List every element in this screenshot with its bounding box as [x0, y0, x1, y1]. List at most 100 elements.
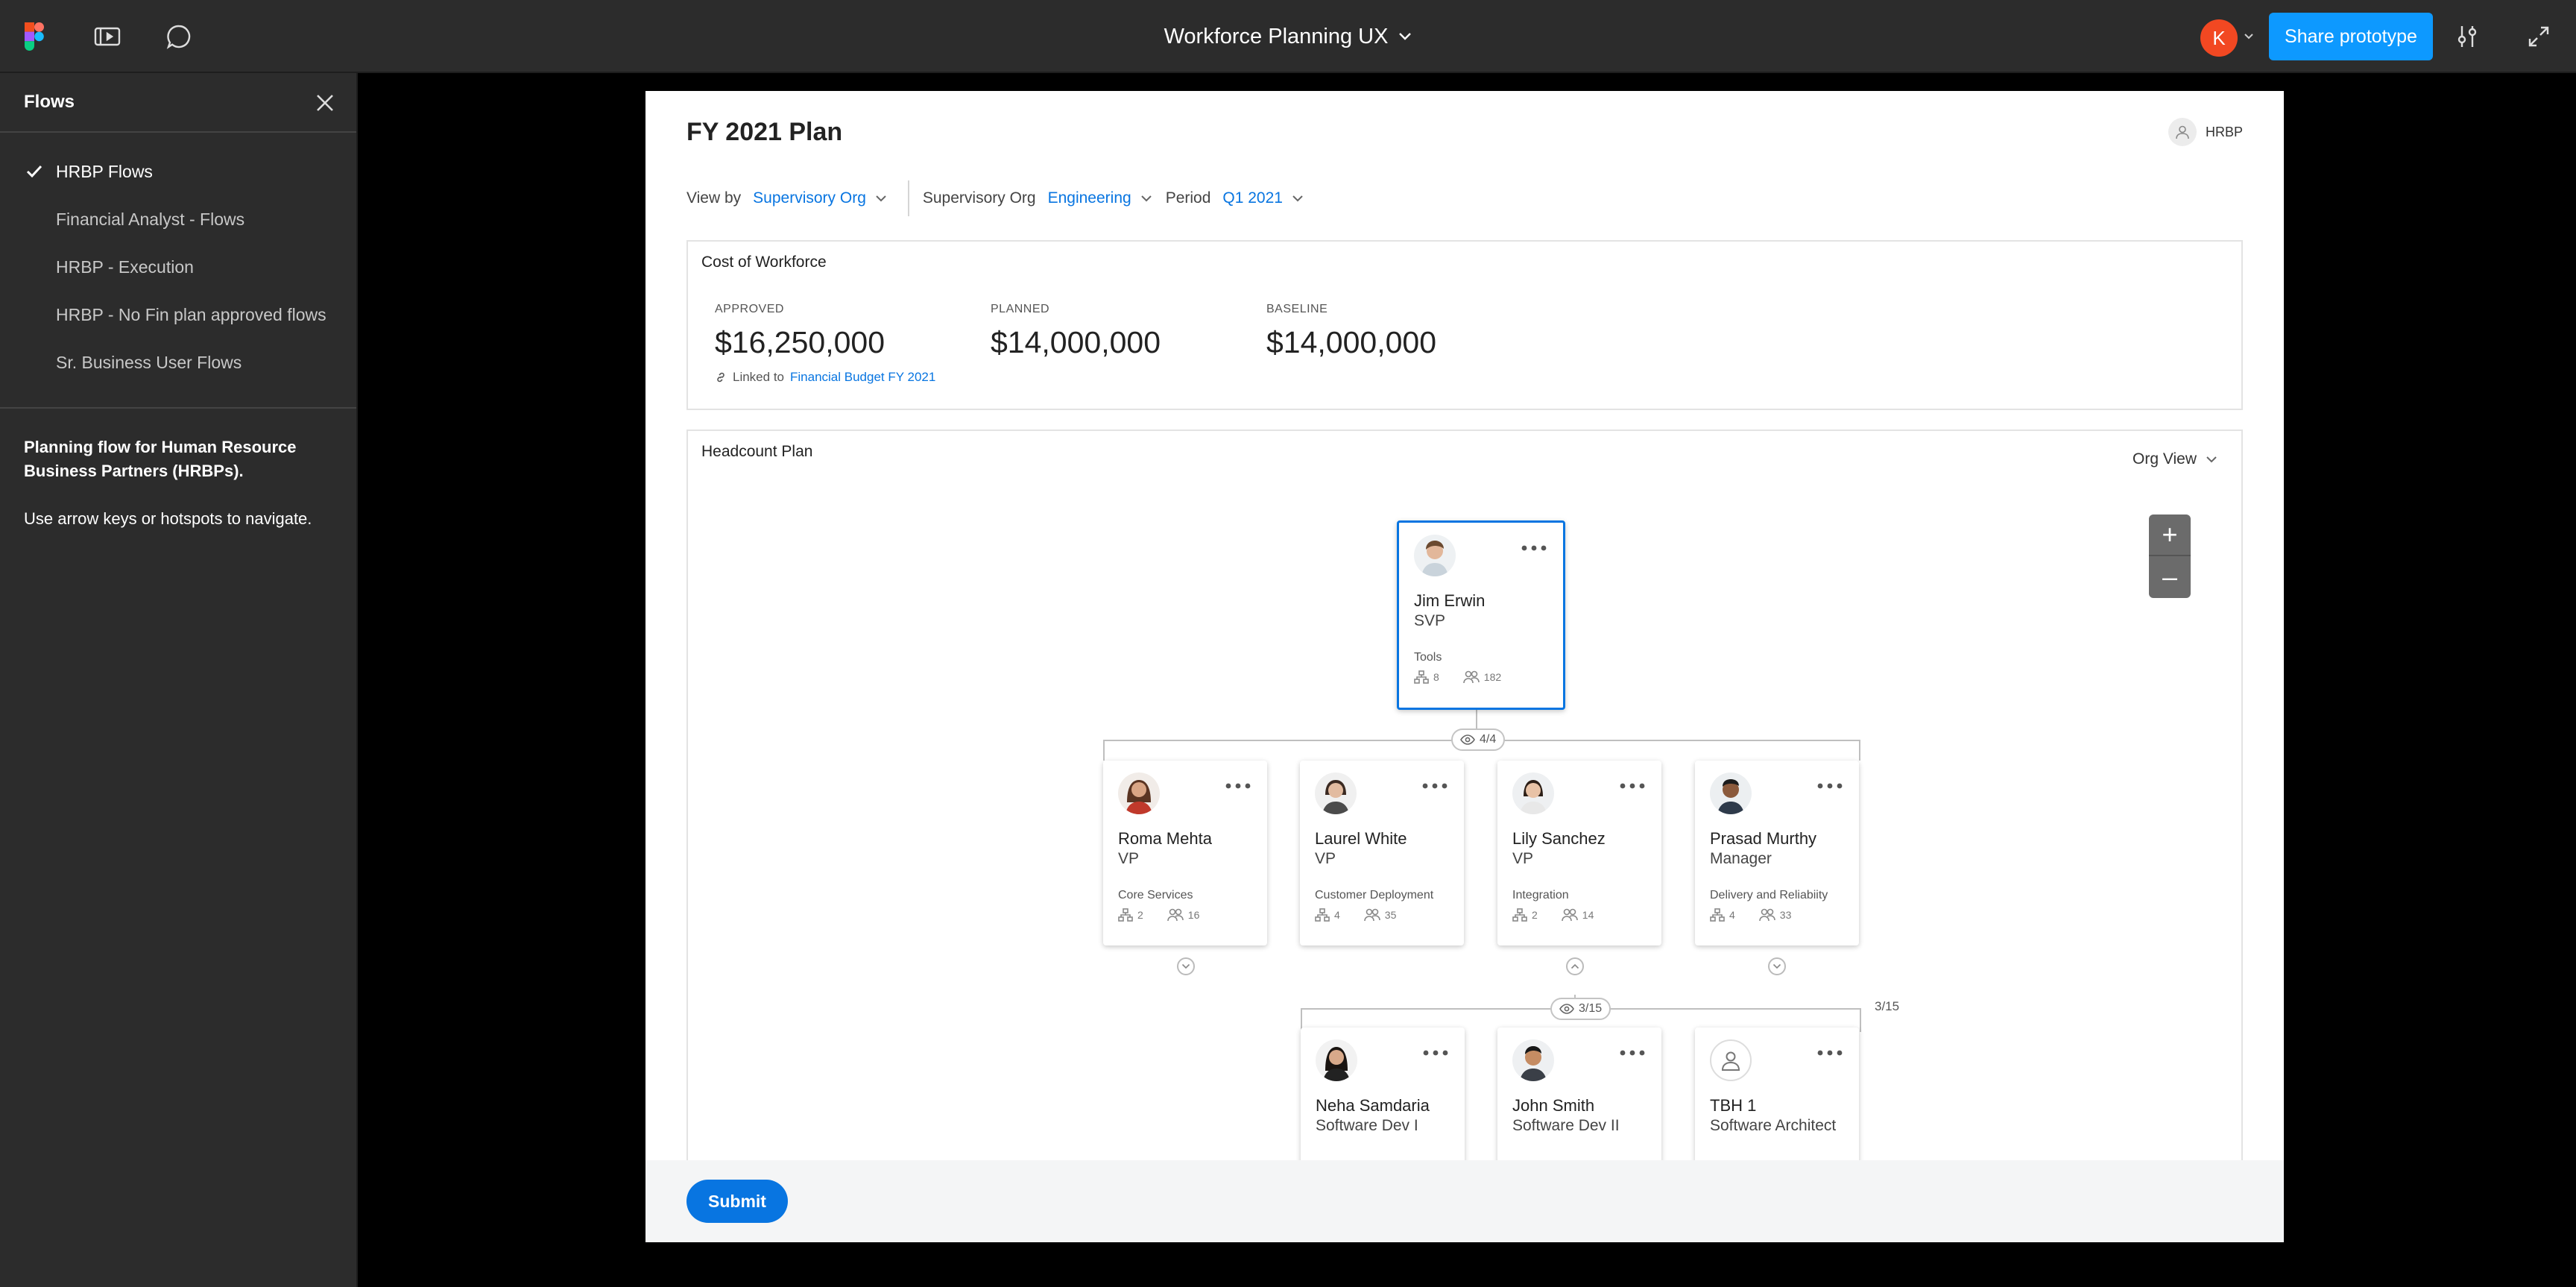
chevron-down-icon[interactable]: [875, 195, 887, 202]
supervisory-org-select[interactable]: Engineering: [1048, 189, 1131, 207]
org-card-neha-samdaria[interactable]: Neha Samdaria Software Dev I: [1301, 1028, 1465, 1174]
people-count: 33: [1779, 909, 1792, 921]
connector-line: [1103, 740, 1105, 761]
flow-item-label: Financial Analyst - Flows: [56, 209, 245, 229]
people-icon: [1363, 908, 1380, 922]
employee-name: Roma Mehta: [1118, 829, 1212, 848]
flow-item-hrbp-flows[interactable]: HRBP Flows: [0, 148, 356, 195]
employee-name: Prasad Murthy: [1710, 829, 1817, 848]
avatar: [1414, 535, 1456, 576]
org-view-label: Org View: [2133, 450, 2197, 468]
more-options-icon[interactable]: [1620, 783, 1645, 789]
collapse-chevron-icon[interactable]: [1566, 957, 1584, 975]
approved-metric: APPROVED $16,250,000: [715, 303, 885, 360]
org-count: 4: [1729, 909, 1735, 921]
org-card-john-smith[interactable]: John Smith Software Dev II: [1497, 1028, 1661, 1174]
level2-side-count: 3/15: [1875, 999, 1900, 1013]
org-card-laurel-white[interactable]: Laurel White VP Customer Deployment 4 35: [1300, 761, 1464, 945]
more-options-icon[interactable]: [1422, 783, 1448, 789]
period-select[interactable]: Q1 2021: [1222, 189, 1283, 207]
org-card-lily-sanchez[interactable]: Lily Sanchez VP Integration 2 14: [1497, 761, 1661, 945]
avatar: [1316, 1039, 1357, 1081]
employee-department: Tools: [1414, 651, 1442, 664]
level1-visibility-pill[interactable]: 4/4: [1451, 729, 1506, 751]
zoom-in-button[interactable]: +: [2149, 515, 2191, 556]
chevron-down-icon[interactable]: [1292, 195, 1304, 202]
employee-title: Software Dev II: [1512, 1117, 1620, 1134]
check-icon: [26, 165, 42, 178]
avatar: [1315, 772, 1357, 814]
flow-list: HRBP Flows Financial Analyst - Flows HRB…: [0, 133, 356, 409]
submit-button[interactable]: Submit: [686, 1180, 788, 1223]
avatar: [1118, 772, 1160, 814]
people-icon: [1758, 908, 1775, 922]
document-title[interactable]: Workforce Planning UX: [1118, 0, 1458, 73]
org-view-select[interactable]: Org View: [2133, 450, 2217, 468]
connector-line: [1860, 1008, 1861, 1032]
eye-icon: [1559, 1004, 1574, 1014]
avatar: [1512, 1039, 1554, 1081]
financial-budget-link[interactable]: Financial Budget FY 2021: [790, 370, 935, 385]
org-card-tbh-1[interactable]: TBH 1 Software Architect: [1695, 1028, 1859, 1174]
flow-item-financial-analyst[interactable]: Financial Analyst - Flows: [0, 195, 356, 243]
presentation-icon[interactable]: [89, 19, 125, 54]
page-title: FY 2021 Plan: [686, 118, 843, 146]
figma-logo-icon[interactable]: [16, 19, 52, 54]
cost-of-workforce-card: Cost of Workforce APPROVED $16,250,000 P…: [686, 240, 2243, 410]
eye-icon: [1460, 734, 1475, 745]
linked-prefix: Linked to: [733, 370, 784, 384]
org-structure-icon: [1315, 908, 1330, 922]
placeholder-user-icon: [1710, 1039, 1752, 1081]
employee-name: Neha Samdaria: [1316, 1096, 1430, 1115]
more-options-icon[interactable]: [1521, 545, 1547, 551]
avatar-menu-chevron-icon[interactable]: [2244, 33, 2254, 40]
more-options-icon[interactable]: [1423, 1050, 1448, 1056]
settings-sliders-icon[interactable]: [2449, 19, 2485, 54]
employee-name: Lily Sanchez: [1512, 829, 1606, 848]
expand-chevron-icon[interactable]: [1768, 957, 1786, 975]
user-avatar[interactable]: K: [2200, 19, 2238, 57]
flow-item-no-fin-plan[interactable]: HRBP - No Fin plan approved flows: [0, 291, 356, 339]
view-by-label: View by: [686, 189, 742, 207]
expand-chevron-icon[interactable]: [1177, 957, 1195, 975]
cost-card-title: Cost of Workforce: [701, 254, 827, 271]
role-indicator[interactable]: HRBP: [2168, 118, 2243, 146]
more-options-icon[interactable]: [1817, 1050, 1843, 1056]
people-icon: [1167, 908, 1184, 922]
flow-item-sr-business-user[interactable]: Sr. Business User Flows: [0, 339, 356, 386]
planned-value: $14,000,000: [991, 325, 1161, 359]
level2-count: 3/15: [1579, 1002, 1603, 1015]
comment-icon[interactable]: [161, 19, 197, 54]
share-prototype-button[interactable]: Share prototype: [2269, 13, 2433, 60]
link-icon: [717, 372, 724, 383]
employee-name: Laurel White: [1315, 829, 1407, 848]
zoom-out-button[interactable]: –: [2149, 556, 2191, 598]
employee-title: SVP: [1414, 612, 1446, 629]
org-card-root[interactable]: Jim Erwin SVP Tools 8 182: [1397, 520, 1565, 710]
employee-department: Core Services: [1118, 889, 1193, 901]
employee-name: John Smith: [1512, 1096, 1595, 1115]
more-options-icon[interactable]: [1620, 1050, 1645, 1056]
employee-name: Jim Erwin: [1414, 591, 1486, 610]
org-stats: 4 35: [1315, 908, 1396, 922]
chevron-down-icon[interactable]: [1140, 195, 1152, 202]
flow-item-hrbp-execution[interactable]: HRBP - Execution: [0, 243, 356, 291]
close-icon[interactable]: [313, 91, 337, 115]
flow-description-title: Planning flow for Human Resource Busines…: [24, 438, 297, 480]
expand-icon[interactable]: [2521, 19, 2557, 54]
org-card-roma-mehta[interactable]: Roma Mehta VP Core Services 2 16: [1103, 761, 1267, 945]
more-options-icon[interactable]: [1225, 783, 1251, 789]
employee-title: VP: [1315, 850, 1336, 867]
linked-budget: Linked to Financial Budget FY 2021: [715, 370, 935, 385]
headcount-title: Headcount Plan: [701, 443, 813, 460]
more-options-icon[interactable]: [1817, 783, 1843, 789]
level2-visibility-pill[interactable]: 3/15: [1550, 998, 1611, 1020]
employee-department: Customer Deployment: [1315, 889, 1434, 901]
org-card-prasad-murthy[interactable]: Prasad Murthy Manager Delivery and Relia…: [1695, 761, 1859, 945]
flows-sidebar: Flows HRBP Flows Financial Analyst - Flo…: [0, 73, 358, 1287]
view-by-select[interactable]: Supervisory Org: [753, 189, 866, 207]
prototype-frame: FY 2021 Plan HRBP View by Supervisory Or…: [645, 91, 2284, 1242]
planned-metric: PLANNED $14,000,000: [991, 303, 1161, 360]
top-toolbar: Workforce Planning UX K Share prototype: [0, 0, 2576, 73]
org-count: 8: [1433, 671, 1439, 683]
